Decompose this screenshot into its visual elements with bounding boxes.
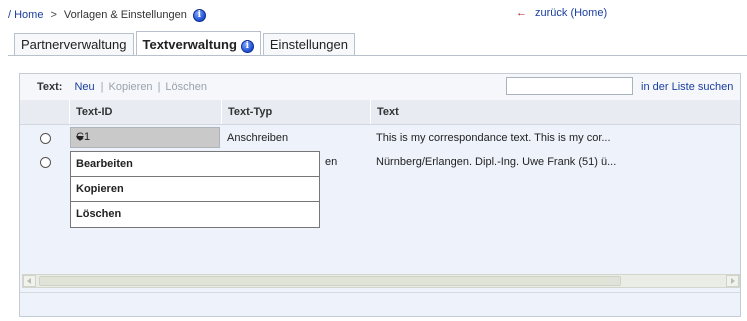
column-header-text[interactable]: Text — [370, 100, 742, 124]
toolbar-separator: | — [157, 81, 161, 93]
breadcrumb-separator: > — [50, 9, 57, 21]
breadcrumb-home-link[interactable]: / Home — [8, 9, 43, 21]
tab-label: Partnerverwaltung — [21, 37, 127, 52]
tab-label: Einstellungen — [269, 37, 348, 52]
menu-item-copy[interactable]: Kopieren — [71, 177, 319, 202]
chevron-down-icon[interactable] — [76, 136, 84, 141]
tab-partnerverwaltung[interactable]: Partnerverwaltung — [14, 33, 134, 55]
toolbar-label: Text: — [37, 81, 63, 93]
breadcrumb-current: Vorlagen & Einstellungen — [63, 9, 187, 21]
search-in-list-link[interactable]: in der Liste suchen — [641, 81, 733, 93]
menu-item-edit[interactable]: Bearbeiten — [71, 152, 319, 177]
search-input[interactable] — [506, 77, 633, 95]
scrollbar-thumb[interactable] — [39, 276, 621, 286]
info-icon[interactable]: i — [192, 8, 206, 22]
panel-footer-divider — [20, 292, 740, 293]
scroll-left-icon[interactable] — [23, 275, 36, 287]
scroll-right-icon[interactable] — [726, 275, 739, 287]
left-arrow-icon: ← — [516, 7, 527, 19]
tab-bar: Partnerverwaltung Textverwaltung i Einste… — [14, 31, 357, 56]
text-cell: This is my correspondance text. This is … — [376, 132, 611, 144]
breadcrumb: / Home > Vorlagen & Einstellungen i — [8, 8, 206, 22]
table-header: Text-ID Text-Typ Text — [20, 100, 740, 125]
new-button[interactable]: Neu — [74, 81, 94, 93]
text-type-cell: en — [325, 156, 338, 168]
column-header-text-type[interactable]: Text-Typ — [221, 100, 370, 124]
toolbar: Text: Neu | Kopieren | Löschen in der Li… — [20, 74, 740, 101]
row-actions-combo[interactable]: C1 — [70, 127, 220, 148]
info-icon[interactable]: i — [240, 40, 254, 53]
row-radio-button[interactable] — [40, 157, 51, 168]
text-cell: Nürnberg/Erlangen. Dipl.-Ing. Uwe Frank … — [376, 156, 617, 168]
delete-button[interactable]: Löschen — [165, 81, 207, 93]
back-link[interactable]: ← zurück (Home) — [516, 7, 607, 19]
column-header-text-id[interactable]: Text-ID — [69, 100, 221, 124]
row-context-menu: Bearbeiten Kopieren Löschen — [70, 151, 320, 228]
toolbar-separator: | — [100, 81, 104, 93]
horizontal-scrollbar[interactable] — [22, 274, 740, 288]
tab-label: Textverwaltung — [142, 37, 237, 52]
text-list-panel: Text: Neu | Kopieren | Löschen in der Li… — [19, 73, 741, 317]
menu-item-delete[interactable]: Löschen — [71, 202, 319, 227]
copy-button[interactable]: Kopieren — [109, 81, 153, 93]
tab-einstellungen[interactable]: Einstellungen — [262, 33, 355, 55]
text-type-cell: Anschreiben — [227, 132, 289, 144]
tab-textverwaltung[interactable]: Textverwaltung i — [135, 31, 261, 56]
back-link-label[interactable]: zurück (Home) — [535, 7, 607, 19]
row-radio-button[interactable] — [40, 133, 51, 144]
tab-divider — [8, 55, 747, 56]
table-row[interactable]: C1 Anschreiben This is my correspondance… — [20, 125, 740, 151]
